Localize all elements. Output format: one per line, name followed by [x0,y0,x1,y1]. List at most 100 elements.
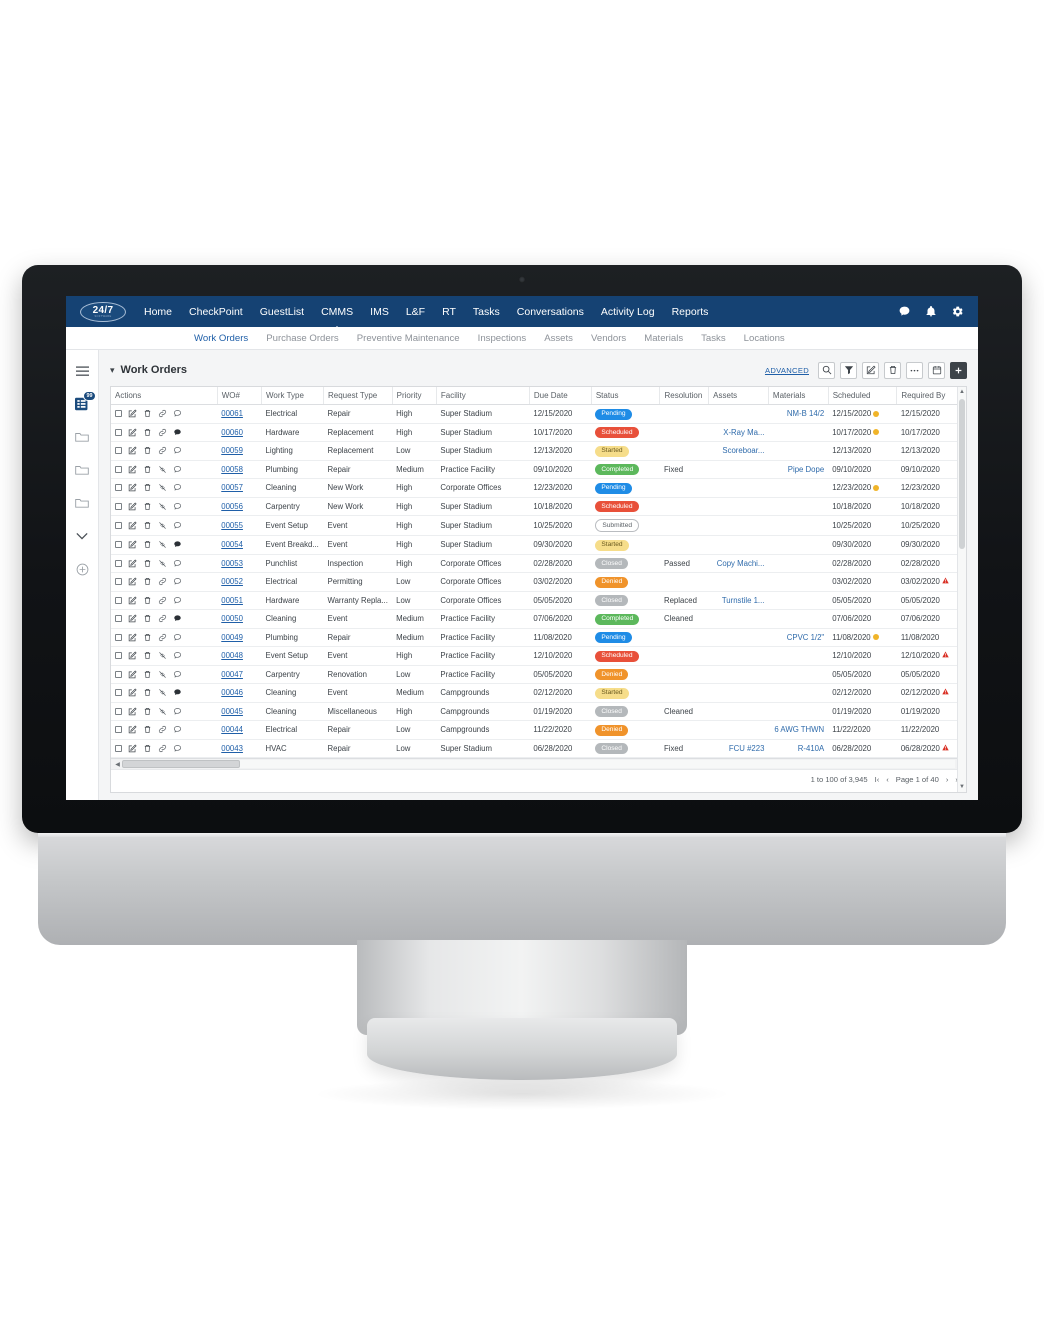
row-checkbox[interactable] [115,559,122,567]
row-delete-icon[interactable] [143,559,152,568]
topnav-item-conversations[interactable]: Conversations [517,300,584,324]
row-edit-icon[interactable] [128,614,137,623]
folder-icon[interactable] [73,462,91,478]
subnav-item-work-orders[interactable]: Work Orders [194,333,248,344]
work-order-link[interactable]: 00046 [221,688,243,697]
link-icon[interactable] [158,577,167,586]
work-order-link[interactable]: 00044 [221,725,243,734]
row-checkbox[interactable] [115,689,122,697]
work-order-link[interactable]: 00043 [221,744,243,753]
asset-link[interactable]: Turnstile 1... [722,596,765,605]
row-delete-icon[interactable] [143,428,152,437]
first-page-button[interactable]: I‹ [875,775,880,784]
column-header-due-date[interactable]: Due Date [529,387,592,405]
work-order-link[interactable]: 00054 [221,540,243,549]
comment-icon[interactable] [173,670,182,679]
link-icon[interactable] [158,633,167,642]
row-delete-icon[interactable] [143,688,152,697]
row-edit-icon[interactable] [128,596,137,605]
comment-icon[interactable] [173,521,182,530]
table-row[interactable]: 00054 Event Breakd... Event High Super Stadi… [111,535,966,555]
row-checkbox[interactable] [115,726,122,734]
column-header-work-type[interactable]: Work Type [261,387,324,405]
topnav-item-rt[interactable]: RT [442,300,456,324]
column-header-resolution[interactable]: Resolution [659,387,710,405]
row-checkbox[interactable] [115,652,122,660]
comment-icon[interactable] [173,465,182,474]
row-checkbox[interactable] [115,707,122,715]
link-icon[interactable] [158,409,167,418]
broken-link-icon[interactable] [158,688,167,697]
vertical-scroll-thumb[interactable] [959,399,965,549]
advanced-search-link[interactable]: ADVANCED [765,366,809,375]
comment-icon[interactable] [173,559,182,568]
table-row[interactable]: 00049 Plumbing Repair Medium Practice Facili… [111,628,966,647]
link-icon[interactable] [158,428,167,437]
row-edit-icon[interactable] [128,670,137,679]
horizontal-scrollbar[interactable]: ◀ ▶ [111,758,966,769]
row-delete-icon[interactable] [143,670,152,679]
comment-icon[interactable] [173,483,182,492]
row-checkbox[interactable] [115,596,122,604]
column-header-wo-[interactable]: WO# [217,387,263,405]
collapse-panel-icon[interactable]: ▾ [110,365,115,376]
row-checkbox[interactable] [115,744,122,752]
broken-link-icon[interactable] [158,465,167,474]
comment-icon[interactable] [173,409,182,418]
work-order-link[interactable]: 00048 [221,651,243,660]
row-checkbox[interactable] [115,615,122,623]
row-delete-icon[interactable] [143,409,152,418]
topnav-item-checkpoint[interactable]: CheckPoint [189,300,243,324]
table-row[interactable]: 00058 Plumbing Repair Medium Practice Facili… [111,460,966,479]
comment-icon[interactable] [173,688,182,697]
next-page-button[interactable]: › [946,775,949,784]
column-header-assets[interactable]: Assets [708,387,769,405]
table-row[interactable]: 00059 Lighting Replacement Low Super Stadium… [111,441,966,461]
list-view-icon[interactable]: 99 [73,391,96,412]
row-delete-icon[interactable] [143,446,152,455]
work-order-link[interactable]: 00047 [221,670,243,679]
row-checkbox[interactable] [115,541,122,549]
scroll-up-icon[interactable]: ▲ [959,389,965,395]
column-header-facility[interactable]: Facility [436,387,530,405]
work-order-link[interactable]: 00051 [221,596,243,605]
link-icon[interactable] [158,446,167,455]
table-row[interactable]: 00061 Electrical Repair High Super Stadium 12… [111,404,966,424]
topnav-item-reports[interactable]: Reports [672,300,709,324]
subnav-item-preventive-maintenance[interactable]: Preventive Maintenance [357,333,460,344]
table-row[interactable]: 00046 Cleaning Event Medium Campgrounds 02/12… [111,683,966,703]
work-order-link[interactable]: 00060 [221,428,243,437]
brand-logo[interactable]: 24/7 SOFTWARE [80,301,126,322]
subnav-item-purchase-orders[interactable]: Purchase Orders [266,333,339,344]
table-row[interactable]: 00052 Electrical Permitting Low Corporate Of… [111,572,966,592]
material-link[interactable]: R-410A [798,744,824,753]
broken-link-icon[interactable] [158,559,167,568]
row-edit-icon[interactable] [128,577,137,586]
work-order-link[interactable]: 00057 [221,483,243,492]
topnav-item-home[interactable]: Home [144,300,172,324]
row-delete-icon[interactable] [143,596,152,605]
prev-page-button[interactable]: ‹ [886,775,889,784]
column-header-request-type[interactable]: Request Type [323,387,393,405]
column-header-required-by[interactable]: Required By [896,387,966,405]
row-delete-icon[interactable] [143,651,152,660]
subnav-item-tasks[interactable]: Tasks [701,333,726,344]
asset-link[interactable]: FCU #223 [729,744,765,753]
work-order-link[interactable]: 00061 [221,409,243,418]
work-order-link[interactable]: 00053 [221,559,243,568]
table-row[interactable]: 00057 Cleaning New Work High Corporate Offic… [111,478,966,498]
broken-link-icon[interactable] [158,707,167,716]
subnav-item-inspections[interactable]: Inspections [478,333,527,344]
link-icon[interactable] [158,725,167,734]
row-delete-icon[interactable] [143,540,152,549]
table-row[interactable]: 00060 Hardware Replacement High Super Stadiu… [111,423,966,442]
more-icon[interactable] [906,361,923,379]
topnav-item-activity-log[interactable]: Activity Log [601,300,655,324]
row-edit-icon[interactable] [128,688,137,697]
broken-link-icon[interactable] [158,483,167,492]
row-checkbox[interactable] [115,522,122,529]
row-delete-icon[interactable] [143,614,152,623]
work-order-link[interactable]: 00059 [221,446,243,455]
link-icon[interactable] [158,596,167,605]
work-order-link[interactable]: 00056 [221,502,243,511]
